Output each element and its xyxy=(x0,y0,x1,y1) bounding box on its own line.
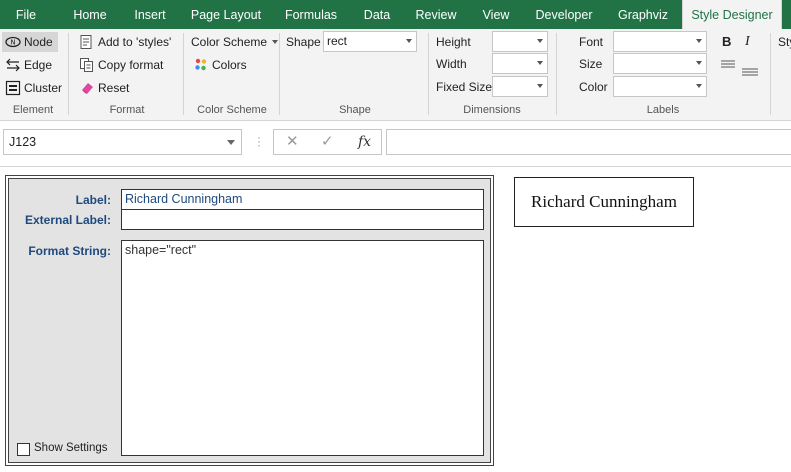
tab-graphviz[interactable]: Graphviz xyxy=(610,0,676,29)
node-button[interactable]: N Node xyxy=(2,32,58,52)
chevron-down-icon xyxy=(696,61,702,65)
palette-icon xyxy=(193,57,209,73)
shape-combobox[interactable]: rect xyxy=(323,31,417,52)
format-string-field[interactable]: shape="rect" xyxy=(121,240,484,456)
cluster-icon xyxy=(5,80,21,96)
chevron-down-icon xyxy=(227,140,235,145)
align-bottom-icon[interactable] xyxy=(742,65,758,76)
colors-button[interactable]: Colors xyxy=(190,55,250,75)
chevron-down-icon xyxy=(537,61,543,65)
node-icon: N xyxy=(5,34,21,50)
font-combobox[interactable] xyxy=(613,31,707,52)
italic-button[interactable]: I xyxy=(745,32,750,52)
tab-style-designer[interactable]: Style Designer xyxy=(682,0,782,30)
font-label: Font xyxy=(579,35,604,49)
height-combobox[interactable] xyxy=(492,31,548,52)
chevron-down-icon xyxy=(696,39,702,43)
color-scheme-label: Color Scheme xyxy=(191,35,268,49)
eraser-icon xyxy=(79,80,95,96)
add-to-styles-icon xyxy=(79,34,95,50)
grip-icon[interactable]: · · · xyxy=(257,131,261,151)
fixed-size-combobox[interactable] xyxy=(492,76,548,97)
show-settings-label: Show Settings xyxy=(34,442,108,454)
copy-format-icon xyxy=(79,57,95,73)
ribbon: N Node Edge Cluster Element Add to 'styl… xyxy=(0,29,791,121)
size-label: Size xyxy=(579,57,603,71)
copy-format-button[interactable]: Copy format xyxy=(76,55,166,75)
reset-button[interactable]: Reset xyxy=(76,78,132,98)
reset-label: Reset xyxy=(98,81,130,95)
node-label: Node xyxy=(24,35,53,49)
add-to-styles-button[interactable]: Add to 'styles' xyxy=(76,32,174,52)
element-group-label: Element xyxy=(12,104,54,116)
chevron-down-icon xyxy=(696,84,702,88)
ribbon-tab-bar: File Home Insert Page Layout Formulas Da… xyxy=(0,0,791,30)
chevron-down-icon xyxy=(537,84,543,88)
chevron-down-icon xyxy=(272,40,279,44)
align-top-icon[interactable] xyxy=(721,57,735,68)
format-group-label: Format xyxy=(109,104,145,116)
cluster-label: Cluster xyxy=(24,81,63,95)
tab-view[interactable]: View xyxy=(474,0,518,29)
edge-icon xyxy=(5,57,21,73)
name-box-value: J123 xyxy=(9,135,37,149)
svg-text:N: N xyxy=(10,39,15,47)
partial-group-label: Sty xyxy=(778,35,791,49)
colors-label: Colors xyxy=(212,58,247,72)
tab-review[interactable]: Review xyxy=(408,0,464,29)
group-divider xyxy=(279,33,280,115)
group-divider xyxy=(183,33,184,115)
label-caption: Label: xyxy=(75,193,111,207)
sheet-top-border xyxy=(0,166,791,167)
group-divider xyxy=(556,33,557,115)
width-label: Width xyxy=(436,57,467,71)
tab-home[interactable]: Home xyxy=(64,0,116,29)
chevron-down-icon xyxy=(406,39,412,43)
tab-insert[interactable]: Insert xyxy=(124,0,176,29)
external-label-field[interactable] xyxy=(121,209,484,230)
copy-format-label: Copy format xyxy=(98,58,164,72)
show-settings-checkbox[interactable] xyxy=(17,443,30,456)
tab-developer[interactable]: Developer xyxy=(528,0,600,29)
chevron-down-icon xyxy=(537,39,543,43)
fixed-size-label: Fixed Size xyxy=(436,80,493,94)
node-preview: Richard Cunningham xyxy=(514,177,694,227)
shape-group-label: Shape xyxy=(339,104,371,116)
tab-formulas[interactable]: Formulas xyxy=(278,0,344,29)
shape-label: Shape xyxy=(286,35,321,49)
width-combobox[interactable] xyxy=(492,53,548,74)
tab-file[interactable]: File xyxy=(0,0,52,29)
group-divider xyxy=(770,33,771,115)
edge-button[interactable]: Edge xyxy=(2,55,55,75)
add-to-styles-label: Add to 'styles' xyxy=(98,35,172,49)
cancel-icon[interactable]: ✕ xyxy=(286,132,299,152)
external-label-caption: External Label: xyxy=(24,213,111,227)
labels-group-label: Labels xyxy=(646,104,680,116)
cluster-button[interactable]: Cluster xyxy=(2,78,65,98)
enter-icon[interactable]: ✓ xyxy=(321,132,334,152)
height-label: Height xyxy=(436,35,471,49)
dimensions-group-label: Dimensions xyxy=(463,104,521,116)
style-settings-panel: Label: Richard Cunningham External Label… xyxy=(5,175,494,466)
insert-function-icon[interactable]: fx xyxy=(358,132,371,152)
formula-buttons: ✕ ✓ fx xyxy=(273,129,382,155)
size-combobox[interactable] xyxy=(613,53,707,74)
bold-button[interactable]: B xyxy=(722,32,731,52)
panel-body: Label: Richard Cunningham External Label… xyxy=(8,178,491,463)
group-divider xyxy=(428,33,429,115)
format-string-caption: Format String: xyxy=(28,244,111,258)
color-scheme-group-label: Color Scheme xyxy=(197,104,267,116)
formula-bar: J123 · · · ✕ ✓ fx xyxy=(0,129,791,157)
shape-value: rect xyxy=(327,34,348,48)
color-label: Color xyxy=(579,80,608,94)
label-field[interactable]: Richard Cunningham xyxy=(121,189,484,210)
color-combobox[interactable] xyxy=(613,76,707,97)
color-scheme-dropdown[interactable]: Color Scheme xyxy=(188,32,281,52)
tab-page-layout[interactable]: Page Layout xyxy=(186,0,266,29)
tab-data[interactable]: Data xyxy=(356,0,398,29)
edge-label: Edge xyxy=(24,58,53,72)
group-divider xyxy=(68,33,69,115)
formula-input[interactable] xyxy=(386,129,791,155)
name-box[interactable]: J123 xyxy=(3,129,242,155)
